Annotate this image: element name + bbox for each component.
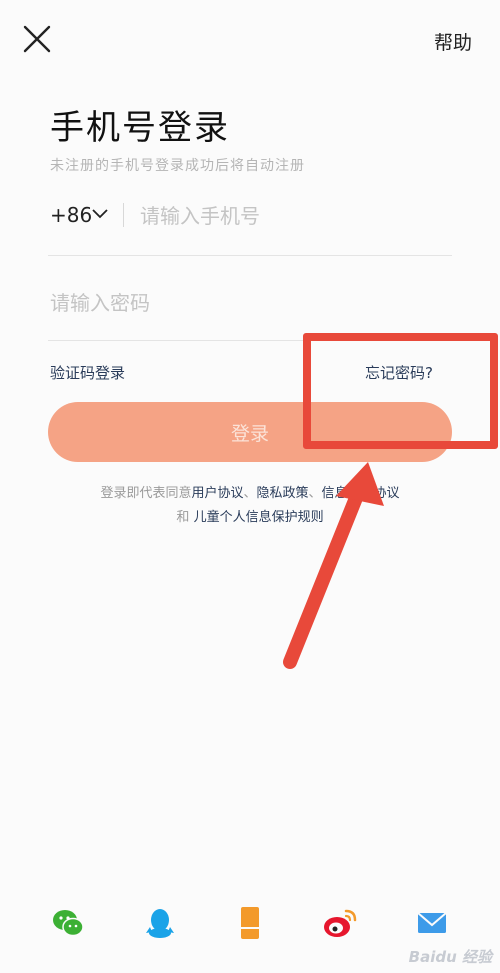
password-input[interactable] — [48, 284, 442, 322]
terms-separator: 、 — [243, 486, 257, 501]
weibo-icon[interactable] — [322, 905, 358, 941]
help-link[interactable]: 帮助 — [434, 28, 472, 55]
chevron-down-icon[interactable] — [92, 209, 108, 219]
terms-and: 和 — [176, 510, 190, 525]
close-icon[interactable] — [22, 24, 52, 54]
password-row — [48, 278, 452, 341]
wechat-icon[interactable] — [50, 905, 86, 941]
terms-prefix: 登录即代表同意 — [100, 486, 192, 501]
watermark-logo: Baidu 经验 — [408, 948, 492, 966]
terms-text: 登录即代表同意用户协议、隐私政策、信息用户协议 和 儿童个人信息保护规则 — [30, 482, 470, 530]
page-title: 手机号登录 — [50, 108, 230, 148]
terms-separator: 、 — [308, 486, 322, 501]
qq-icon[interactable] — [142, 905, 178, 941]
mail-icon[interactable] — [414, 905, 450, 941]
country-code-selector[interactable]: +86 — [50, 203, 92, 227]
phone-icon[interactable] — [232, 905, 268, 941]
phone-row: +86 — [48, 195, 452, 256]
annotation-highlight-box — [303, 333, 498, 449]
user-agreement-link[interactable]: 用户协议 — [191, 486, 243, 501]
privacy-policy-link[interactable]: 隐私政策 — [257, 486, 309, 501]
phone-input[interactable] — [138, 199, 442, 233]
divider — [123, 203, 124, 227]
page-subtitle: 未注册的手机号登录成功后将自动注册 — [50, 158, 305, 174]
code-login-link[interactable]: 验证码登录 — [50, 362, 125, 383]
third-party-agreement-link[interactable]: 信息用户协议 — [322, 486, 400, 501]
child-policy-link[interactable]: 儿童个人信息保护规则 — [194, 510, 324, 525]
